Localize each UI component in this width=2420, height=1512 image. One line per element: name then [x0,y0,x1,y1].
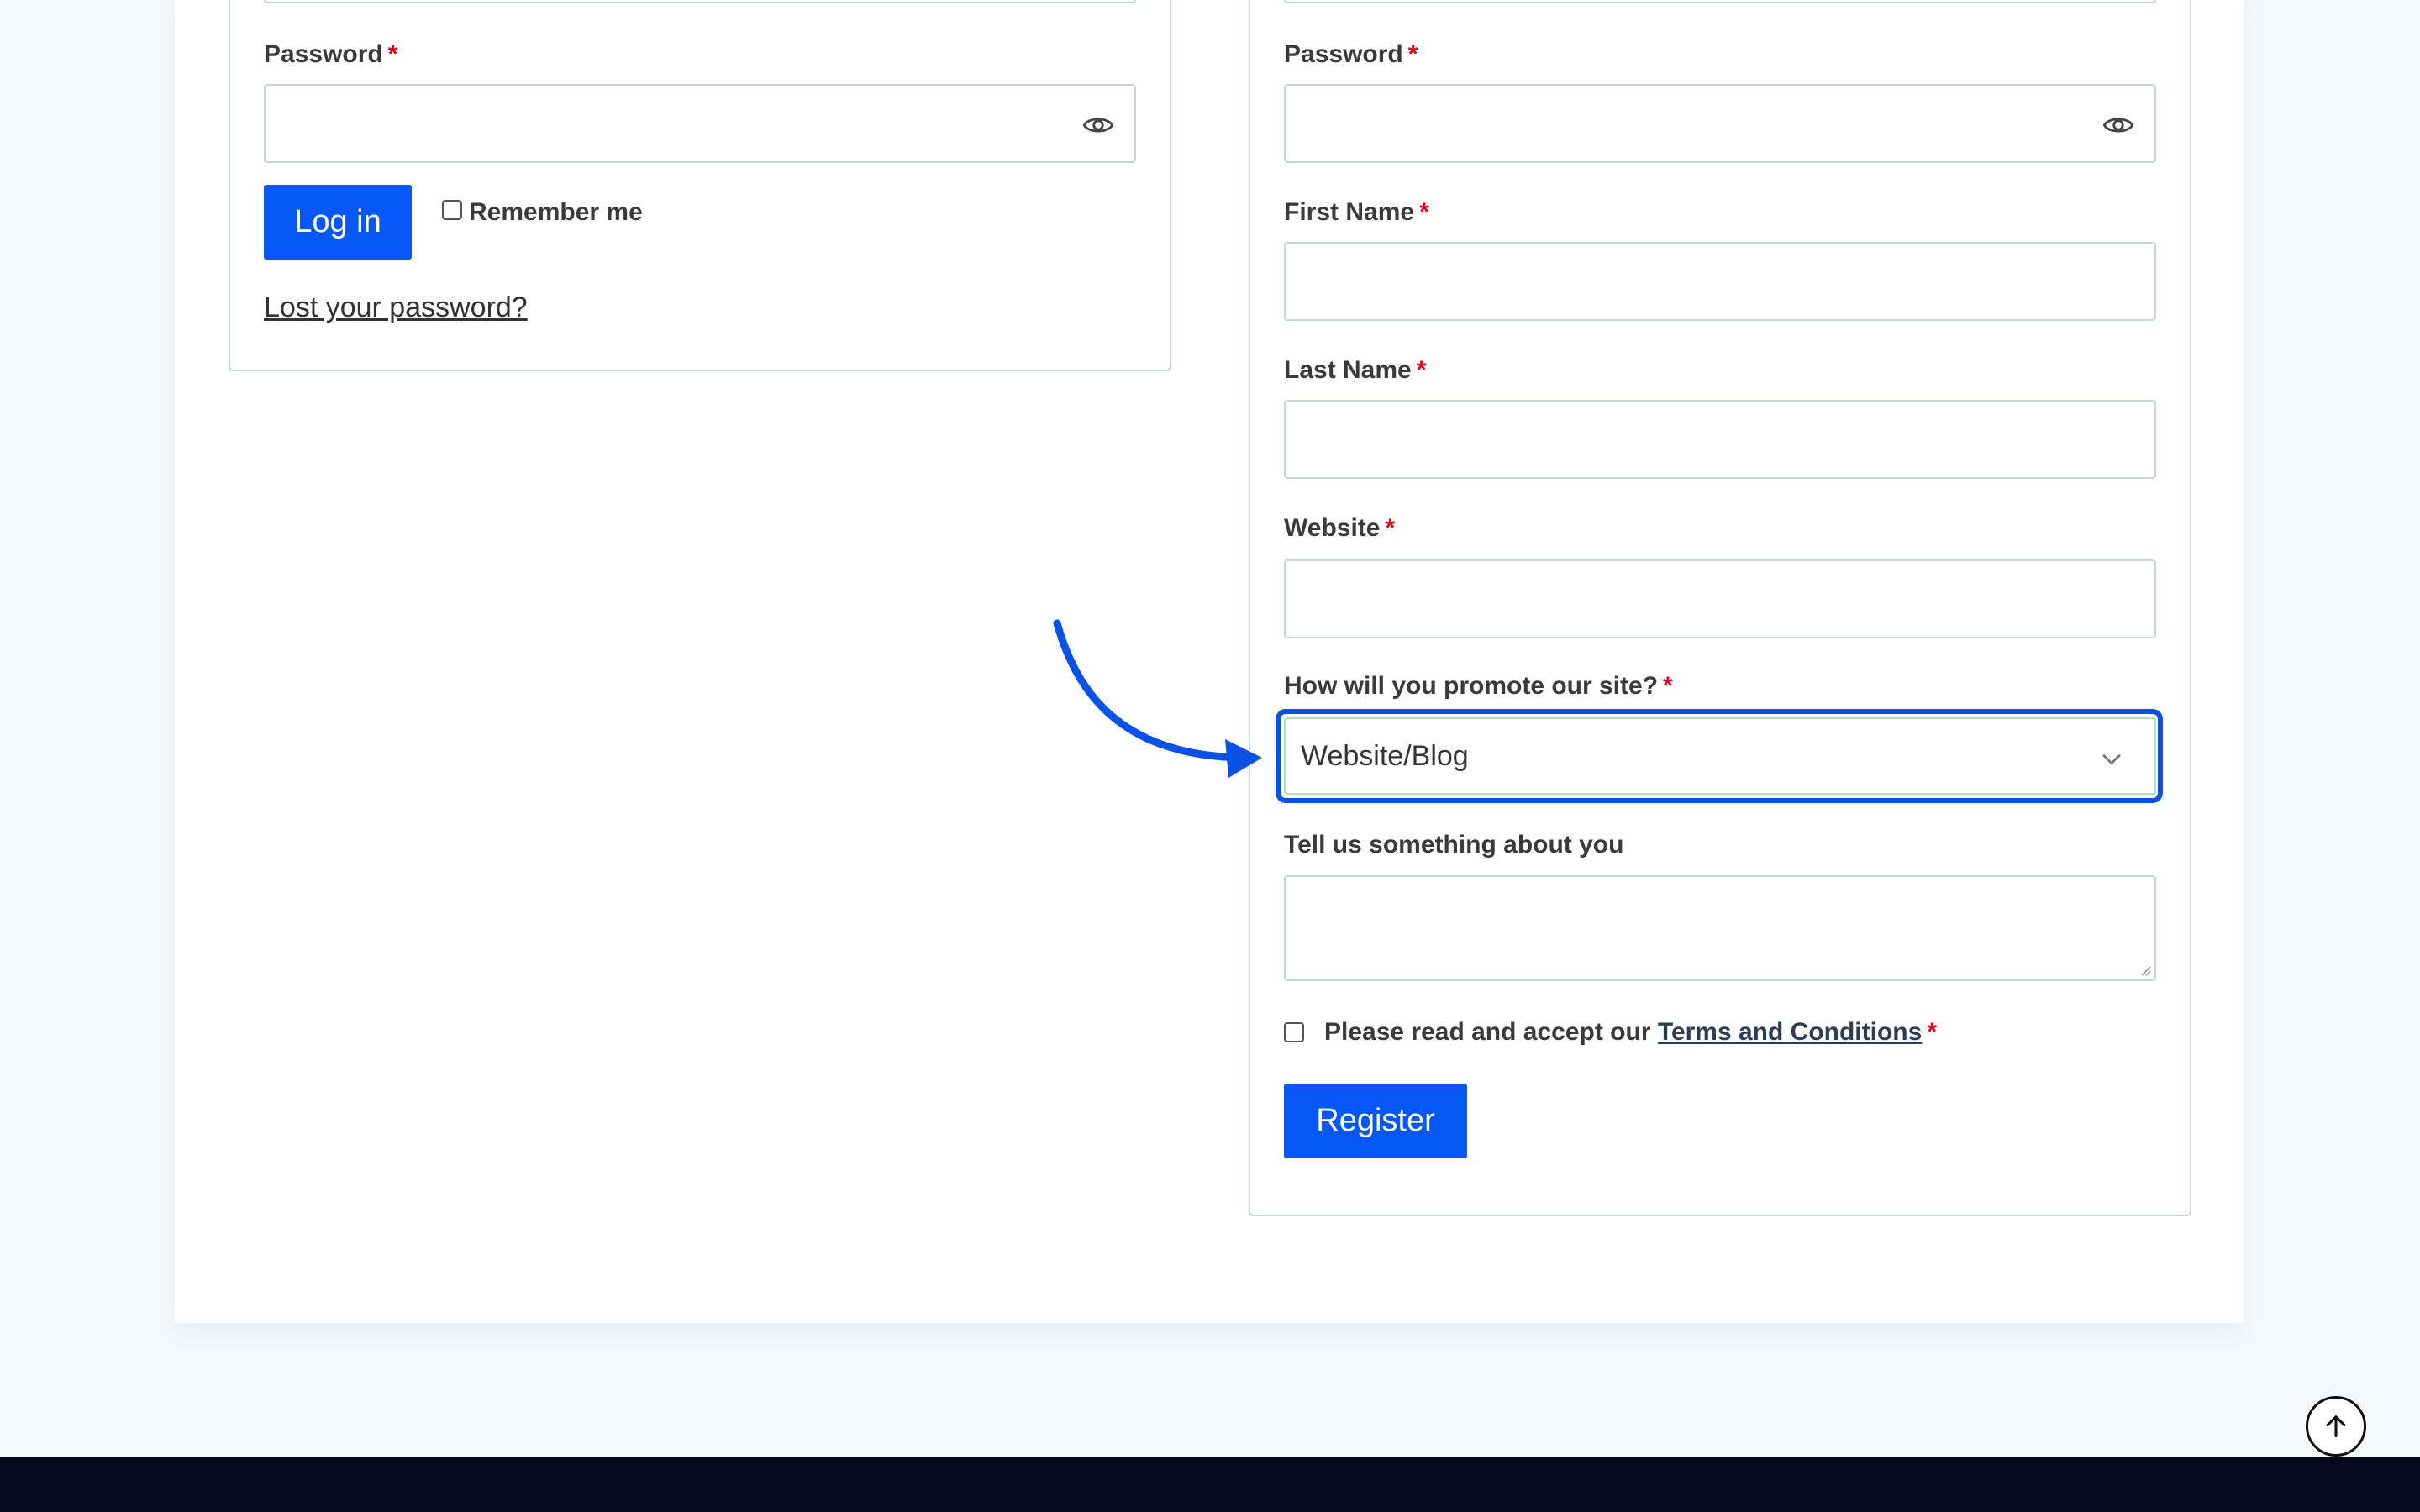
resize-handle-icon[interactable] [2138,963,2151,976]
website-label: Website * [1284,514,1396,542]
required-marker: * [387,40,398,68]
terms-label: Please read and accept our Terms and Con… [1324,1018,1937,1046]
about-label: Tell us something about you [1284,831,1624,858]
required-marker: * [1663,672,1673,700]
login-button[interactable]: Log in [264,185,412,260]
login-username-input[interactable] [264,0,1136,3]
lost-password-link[interactable]: Lost your password? [264,291,528,324]
login-password-input[interactable] [264,84,1136,163]
scroll-to-top-button[interactable] [2306,1396,2366,1457]
curved-arrow-icon [1053,619,1262,778]
required-marker: * [1927,1018,1937,1046]
remember-me-label: Remember me [469,198,643,226]
eye-icon[interactable] [2102,109,2134,141]
register-password-input[interactable] [1284,84,2156,163]
terms-link[interactable]: Terms and Conditions [1658,1018,1922,1046]
promote-label: How will you promote our site? * [1284,672,1673,700]
about-textarea[interactable] [1284,875,2156,981]
required-marker: * [1416,356,1427,384]
arrow-up-icon [2326,1415,2346,1437]
promote-select[interactable]: Website/Blog [1284,717,2156,795]
eye-icon[interactable] [1082,109,1114,141]
required-marker: * [1407,40,1418,68]
promote-selected-value: Website/Blog [1301,740,1469,772]
remember-me-checkbox[interactable] [442,200,462,220]
first-name-input[interactable] [1284,242,2156,321]
required-marker: * [1419,198,1429,226]
last-name-label: Last Name * [1284,356,1427,384]
site-footer [0,1457,2420,1512]
terms-checkbox[interactable] [1284,1022,1304,1042]
last-name-input[interactable] [1284,400,2156,479]
register-email-input[interactable] [1284,0,2156,3]
register-password-label: Password * [1284,40,1418,68]
required-marker: * [1385,514,1396,542]
chevron-down-icon [2102,753,2121,765]
register-button[interactable]: Register [1284,1084,1467,1158]
login-password-label: Password * [264,40,398,68]
first-name-label: First Name * [1284,198,1429,226]
website-input[interactable] [1284,559,2156,638]
